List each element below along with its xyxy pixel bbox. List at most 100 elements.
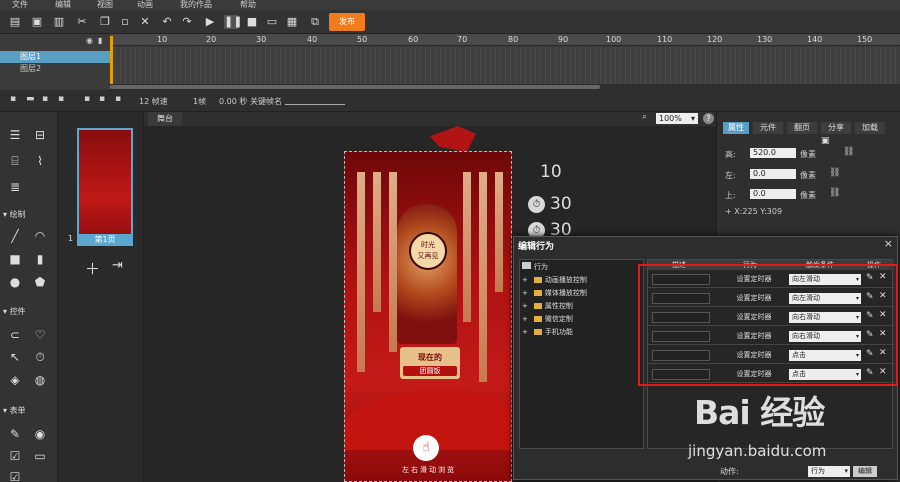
folder-icon[interactable]: ▬ (26, 94, 35, 104)
rect-icon[interactable]: ■ (7, 252, 23, 266)
lock-icon[interactable]: ▣ (821, 136, 830, 146)
tab-stage[interactable]: 舞台 (148, 112, 182, 126)
delete-icon[interactable]: ✕ (138, 15, 152, 29)
ball-icon[interactable]: ◍ (32, 373, 48, 387)
pointer-icon[interactable]: ↖ (7, 350, 23, 364)
code-icon[interactable]: ⌸ (7, 154, 23, 168)
menu-help[interactable]: 帮助 (240, 0, 256, 10)
tab-loading[interactable]: 加载 (855, 122, 885, 134)
tree-item[interactable]: + 属性控制 (522, 301, 573, 311)
timer-value[interactable]: 10 (540, 162, 562, 182)
stripe-decoration (357, 172, 365, 372)
import-page-icon[interactable]: ⇥ (112, 258, 123, 273)
left-input[interactable]: 0.0 (750, 169, 796, 179)
list-icon[interactable]: ☰ (7, 128, 23, 142)
tab-symbols[interactable]: 元件 (753, 122, 783, 134)
polygon-icon[interactable]: ⬟ (32, 275, 48, 289)
timer-value[interactable]: 30 (550, 194, 572, 214)
ruler-tick: 20 (206, 35, 217, 44)
help-icon[interactable]: ? (703, 113, 714, 124)
open-icon[interactable]: ▣ (30, 15, 44, 29)
share-icon[interactable]: ⧉ (308, 15, 322, 29)
page-label[interactable]: 第1页 (77, 234, 133, 246)
layer-row[interactable]: 图层2 (0, 63, 110, 75)
keyframe-name-input[interactable] (285, 104, 345, 105)
section-controls[interactable]: ▾ 控件 (3, 306, 26, 317)
radio-icon[interactable]: ◉ (32, 427, 48, 441)
circle-icon[interactable]: ● (7, 275, 23, 289)
timeline-frames[interactable] (110, 47, 900, 85)
link-icon[interactable]: ⛓ (829, 188, 840, 198)
play-icon[interactable]: ▶ (203, 15, 217, 29)
chart-icon[interactable]: ⌇ (32, 154, 48, 168)
pause-icon[interactable]: ❚❚ (224, 15, 242, 29)
page-thumbnail[interactable] (77, 128, 133, 246)
input-icon[interactable]: ✎ (7, 427, 23, 441)
submit-icon[interactable]: ☑ (7, 470, 23, 482)
stage-canvas[interactable]: 时光 又再见 现在的 团圆饭 ☝ 左右滑动浏览 (344, 151, 512, 482)
height-input[interactable]: 520.0 (750, 148, 796, 158)
tree-item[interactable]: + 媒体播放控制 (522, 288, 587, 298)
tab-page-turn[interactable]: 翻页 (787, 122, 817, 134)
top-input[interactable]: 0.0 (750, 189, 796, 199)
timer-icon[interactable]: ⏱ (528, 196, 545, 213)
tree-item[interactable]: + 动画播放控制 (522, 275, 587, 285)
add-layer-icon[interactable]: ▪ (10, 94, 16, 104)
search-icon[interactable]: ⌕ (642, 112, 647, 122)
edit-action-button[interactable]: 编辑 (853, 466, 877, 477)
section-draw[interactable]: ▾ 绘制 (3, 209, 26, 220)
action-select[interactable]: 行为 ▾ (808, 466, 850, 477)
save-icon[interactable]: ▥ (52, 15, 66, 29)
keyframe-icon[interactable]: ▪ (99, 94, 105, 104)
paste-icon[interactable]: ▫ (118, 15, 132, 29)
new-icon[interactable]: ▤ (8, 15, 22, 29)
cut-icon[interactable]: ✂ (75, 15, 89, 29)
copy-layer-icon[interactable]: ▪ (42, 94, 48, 104)
timeline-ruler[interactable]: 10 20 30 40 50 60 70 80 90 100 110 120 1… (110, 34, 900, 46)
undo-icon[interactable]: ↶ (160, 15, 174, 29)
stop-icon[interactable]: ■ (245, 15, 259, 29)
add-page-icon[interactable]: ＋ (85, 258, 100, 279)
redo-icon[interactable]: ↷ (180, 15, 194, 29)
tab-share[interactable]: 分享 (821, 122, 851, 134)
lock-icon[interactable]: ▮ (98, 36, 102, 45)
tab-properties[interactable]: 属性 (723, 122, 749, 134)
tree-item[interactable]: + 微信定制 (522, 314, 573, 324)
text-icon[interactable]: ≣ (7, 180, 23, 194)
link-icon[interactable]: ⛓ (829, 168, 840, 178)
delete-layer-icon[interactable]: ▪ (58, 94, 64, 104)
menu-file[interactable]: 文件 (12, 0, 28, 10)
publish-button[interactable]: 发布 (329, 13, 365, 31)
toggle-icon[interactable]: ⊂ (7, 328, 23, 342)
flag-decoration[interactable] (430, 126, 476, 152)
menu-edit[interactable]: 编辑 (55, 0, 71, 10)
monitor-icon[interactable]: ⊟ (32, 128, 48, 142)
playhead[interactable] (110, 36, 113, 84)
eye-icon[interactable]: ◉ (86, 36, 93, 45)
layer-row[interactable]: 图层1 (0, 51, 110, 63)
hand-tap-icon[interactable]: ☝ (413, 435, 439, 461)
clock-tower-image[interactable] (397, 204, 457, 344)
close-icon[interactable]: × (884, 237, 893, 250)
cube-icon[interactable]: ◈ (7, 373, 23, 387)
rounded-rect-icon[interactable]: ▮ (32, 252, 48, 266)
qrcode-icon[interactable]: ▦ (285, 15, 299, 29)
blank-keyframe-icon[interactable]: ▪ (115, 94, 121, 104)
checkbox-icon[interactable]: ☑ (7, 449, 23, 463)
link-icon[interactable]: ⛓ (843, 147, 854, 157)
preview-icon[interactable]: ▭ (265, 15, 279, 29)
section-form[interactable]: ▾ 表单 (3, 405, 26, 416)
copy-icon[interactable]: ❐ (98, 15, 112, 29)
curve-icon[interactable]: ◠ (32, 229, 48, 243)
menu-my-works[interactable]: 我的作品 (180, 0, 212, 10)
timer-icon[interactable]: ⏱ (32, 350, 48, 364)
heart-icon[interactable]: ♡ (32, 328, 48, 342)
menu-animation[interactable]: 动画 (137, 0, 153, 10)
select-icon[interactable]: ▭ (32, 449, 48, 463)
tree-item[interactable]: + 手机功能 (522, 327, 573, 337)
line-icon[interactable]: ╱ (7, 229, 23, 243)
frame-icon[interactable]: ▪ (84, 94, 90, 104)
menu-view[interactable]: 视图 (97, 0, 113, 10)
tree-root[interactable]: 行为 (522, 262, 548, 272)
zoom-select[interactable]: 100% ▾ (656, 113, 698, 124)
